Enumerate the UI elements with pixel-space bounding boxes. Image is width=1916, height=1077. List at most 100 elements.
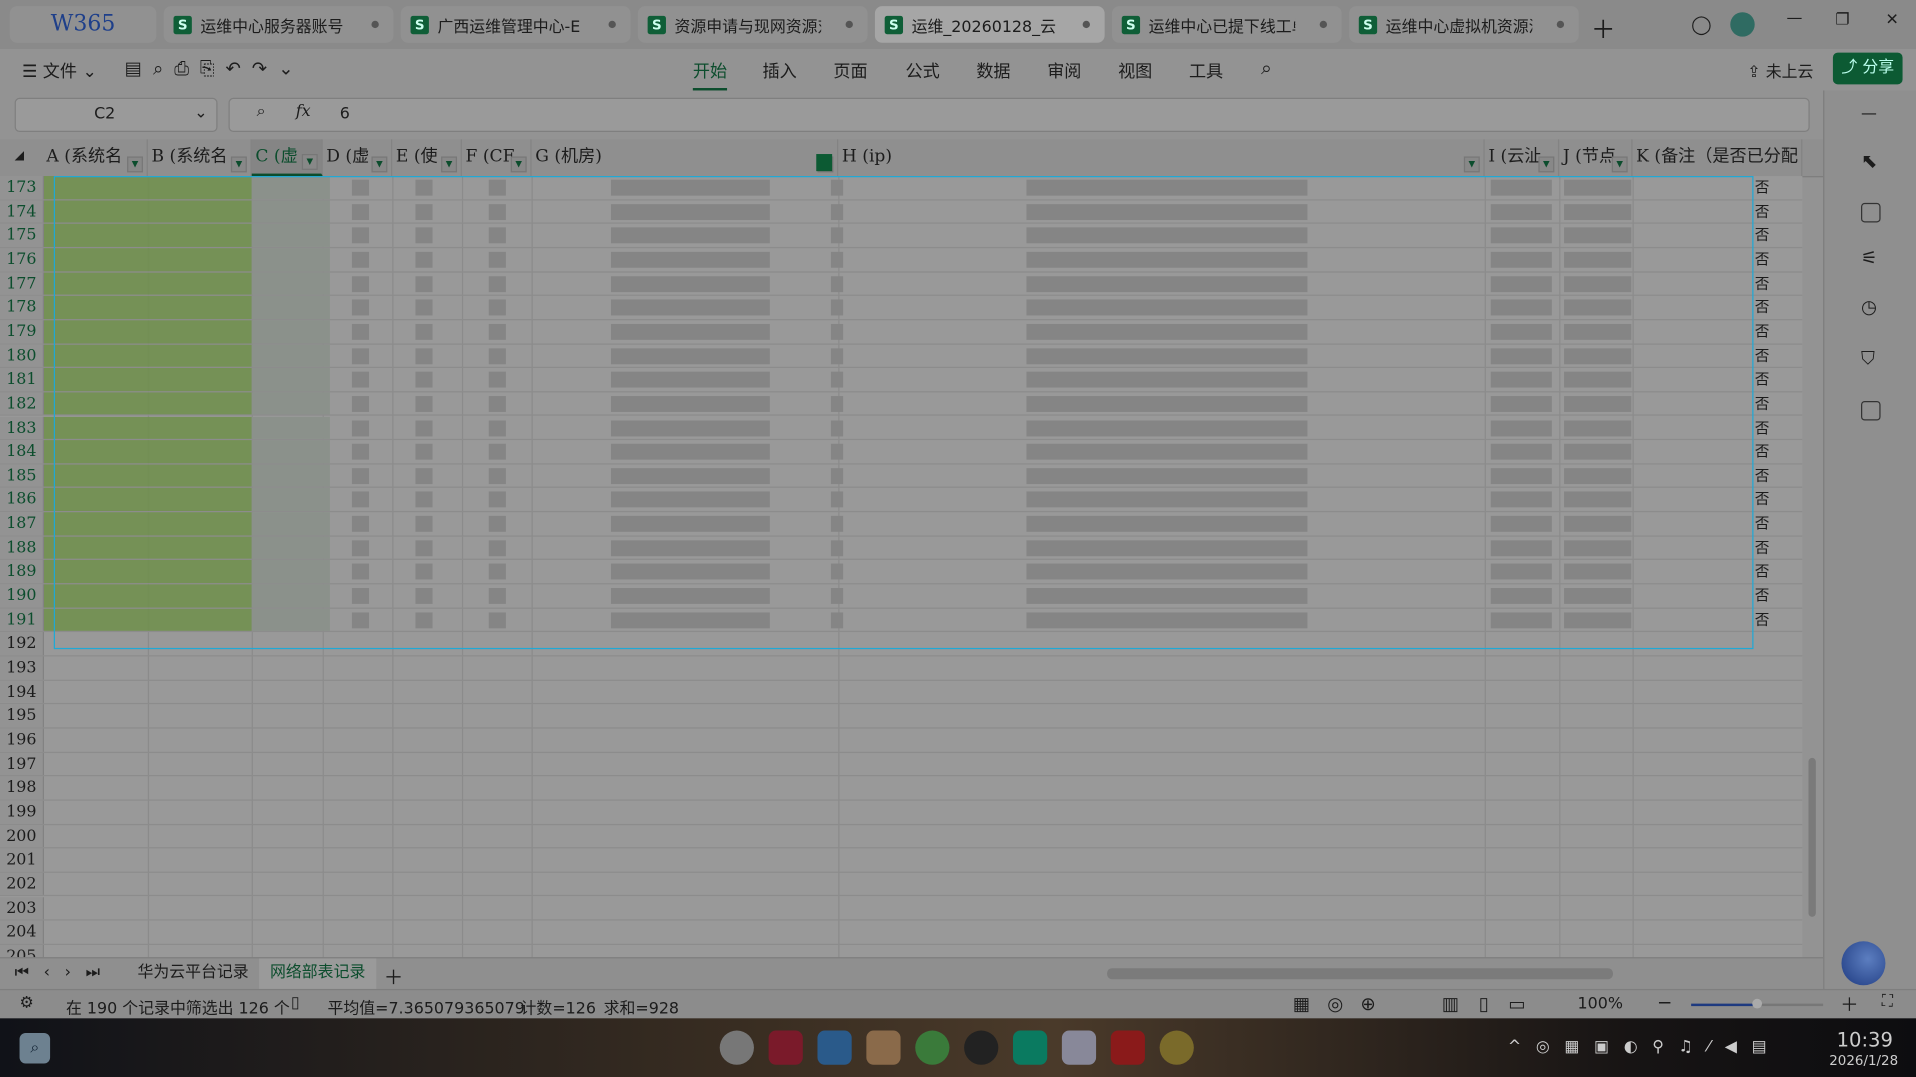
minimize-button[interactable]: — — [1786, 10, 1802, 28]
settings-sliders-icon[interactable]: ⚟ — [1861, 247, 1877, 269]
row-number[interactable]: 187 — [0, 512, 44, 536]
row-number[interactable]: 185 — [0, 464, 44, 488]
row-number[interactable]: 176 — [0, 248, 44, 271]
name-box[interactable]: C2 ⌄ — [14, 97, 218, 133]
row-number[interactable]: 179 — [0, 320, 44, 343]
row-number[interactable]: 188 — [0, 536, 44, 560]
new-tab-button[interactable]: ＋ — [1591, 10, 1615, 45]
sheet-tab[interactable]: 华为云平台记录 — [127, 958, 259, 989]
cell-value[interactable]: 否 — [1755, 608, 1770, 631]
cell-value[interactable]: 否 — [1755, 344, 1770, 367]
column-header[interactable]: I (云沚 ▼ — [1485, 139, 1560, 177]
document-tab[interactable]: S 运维中心服务器账号 — [163, 6, 394, 43]
column-header[interactable]: B (系统名 ▼ — [148, 139, 252, 177]
cell-value[interactable]: 否 — [1755, 248, 1770, 271]
clock-date[interactable]: 2026/1/28 — [1829, 1053, 1898, 1069]
fullscreen-icon[interactable]: ⛶ — [1882, 993, 1893, 1011]
cell-value[interactable]: 否 — [1755, 368, 1770, 391]
cell-value[interactable]: 否 — [1755, 296, 1770, 319]
row-number[interactable]: 191 — [0, 608, 44, 632]
row-number[interactable]: 186 — [0, 488, 44, 512]
app-store-icon[interactable] — [817, 1030, 852, 1065]
chrome-icon[interactable] — [1159, 1030, 1194, 1065]
sheet-tab[interactable]: 网络部表记录 — [259, 958, 377, 989]
tab-close-icon[interactable] — [845, 20, 853, 29]
system-tray-icons[interactable]: ^◎▦▣◐⚲♫⁄◀▤ — [1508, 1038, 1781, 1056]
zoom-level[interactable]: 100% — [1578, 995, 1623, 1013]
tab-close-icon[interactable] — [1082, 20, 1090, 29]
row-number[interactable]: 174 — [0, 200, 44, 223]
history-icon[interactable]: ◷ — [1861, 296, 1877, 318]
cell-value[interactable]: 否 — [1755, 584, 1770, 607]
fx-icon[interactable]: fx — [296, 103, 311, 121]
mail-icon[interactable] — [866, 1030, 901, 1065]
row-number[interactable]: 178 — [0, 296, 44, 319]
ribbon-tab[interactable]: 开始 — [692, 59, 728, 91]
add-sheet-button[interactable]: ＋ — [384, 961, 404, 990]
filter-dropdown-icon[interactable]: ▼ — [1463, 156, 1480, 173]
filter-dropdown-icon[interactable]: ▼ — [441, 156, 458, 173]
document-tab[interactable]: S 运维中心虚拟机资源汇总_2 — [1349, 6, 1579, 43]
tab-close-icon[interactable] — [371, 20, 379, 29]
zoom-formula-icon[interactable]: ⌕ — [257, 103, 266, 121]
row-number[interactable]: 190 — [0, 584, 44, 608]
cell-value[interactable]: 否 — [1755, 320, 1770, 343]
search-icon[interactable]: ⌕ — [19, 1032, 51, 1064]
launcher-icon[interactable] — [719, 1030, 754, 1065]
row-number[interactable]: 204 — [0, 920, 44, 944]
row-number[interactable]: 198 — [0, 776, 44, 800]
column-header[interactable]: E (使 ▼ — [392, 139, 462, 177]
layout-view-buttons[interactable]: ▥▯▭ — [1442, 993, 1545, 1015]
cursor-icon[interactable]: ⬉ — [1861, 149, 1877, 172]
wechat-icon[interactable] — [915, 1030, 950, 1065]
column-header[interactable]: G (机房)▼ — [532, 139, 839, 177]
document-tab[interactable]: S 资源申请与现网资源对比 — [637, 6, 868, 43]
row-number[interactable]: 197 — [0, 752, 44, 776]
cell-value[interactable]: 否 — [1755, 512, 1770, 535]
row-number[interactable]: 196 — [0, 728, 44, 752]
share-button[interactable]: ⤴ 分享 — [1832, 52, 1903, 85]
formula-bar[interactable]: ⌕ fx 6 — [228, 97, 1810, 133]
cell-value[interactable]: 否 — [1755, 392, 1770, 415]
cell-value[interactable]: 否 — [1755, 416, 1770, 439]
macro-icon[interactable]: ⚙ — [20, 994, 34, 1012]
filter-dropdown-icon[interactable]: ▼ — [371, 156, 388, 173]
row-number[interactable]: 175 — [0, 224, 44, 247]
row-number[interactable]: 201 — [0, 848, 44, 872]
ribbon-tab[interactable]: 公式 — [905, 59, 939, 83]
filter-dropdown-icon[interactable]: ▼ — [1538, 156, 1555, 173]
close-button[interactable]: ✕ — [1885, 11, 1898, 29]
row-number[interactable]: 194 — [0, 680, 44, 704]
formula-value[interactable]: 6 — [340, 105, 350, 123]
row-number[interactable]: 193 — [0, 656, 44, 680]
avatar[interactable] — [1730, 12, 1755, 37]
terminal-icon[interactable] — [768, 1030, 803, 1065]
cloud-status[interactable]: ⇪ 未上云 — [1747, 59, 1813, 82]
app-logo[interactable]: W365 — [9, 6, 157, 43]
tab-close-icon[interactable] — [1319, 20, 1328, 29]
column-header[interactable]: D (虚 ▼ — [323, 139, 393, 177]
column-header[interactable]: H (ip) ▼ — [838, 139, 1485, 177]
chat-icon[interactable]: ◯ — [1691, 13, 1712, 35]
column-header[interactable]: C (虚 ▼ — [251, 139, 323, 177]
quick-access-icons[interactable]: ▤⌕⎙⎘↶↷⌄ — [125, 57, 305, 79]
filter-dropdown-icon[interactable]: ▼ — [230, 156, 247, 173]
row-number[interactable]: 182 — [0, 392, 44, 416]
cell-value[interactable]: 否 — [1755, 176, 1770, 199]
row-number[interactable]: 173 — [0, 176, 44, 199]
ribbon-tab[interactable]: 审阅 — [1047, 59, 1081, 83]
cell-value[interactable]: 否 — [1755, 272, 1770, 295]
wps-icon[interactable] — [1110, 1030, 1145, 1065]
zoom-in-button[interactable]: ＋ — [1840, 991, 1858, 1017]
cell-value[interactable]: 否 — [1755, 560, 1770, 583]
row-number[interactable]: 195 — [0, 704, 44, 728]
cell-value[interactable]: 否 — [1755, 200, 1770, 223]
messaging-icon[interactable] — [1012, 1030, 1048, 1065]
horizontal-scrollbar[interactable] — [1107, 968, 1613, 980]
row-number[interactable]: 180 — [0, 344, 44, 367]
tab-close-icon[interactable] — [608, 20, 616, 29]
row-number[interactable]: 199 — [0, 800, 44, 824]
stats-icon[interactable]: ▯ — [291, 994, 300, 1012]
cell-value[interactable]: 否 — [1755, 224, 1770, 247]
row-number[interactable]: 184 — [0, 440, 44, 464]
